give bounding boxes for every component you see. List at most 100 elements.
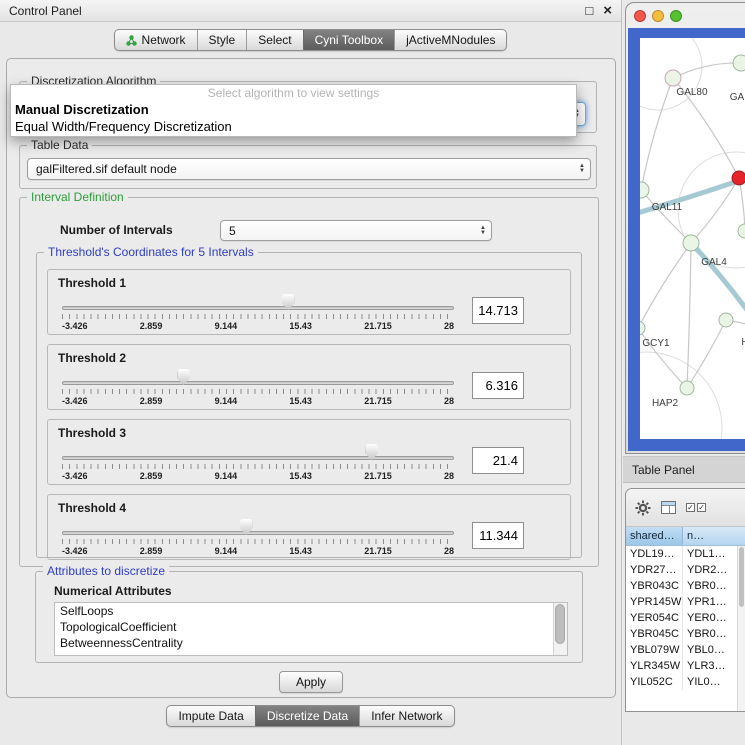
tab-network[interactable]: Network	[115, 30, 197, 50]
zoom-traffic-light-icon[interactable]	[670, 10, 682, 22]
node-selected-red[interactable]	[732, 171, 745, 185]
slider-scale-labels: -3.4262.8599.14415.4321.71528	[62, 321, 454, 331]
control-panel-titlebar[interactable]: Control Panel □ ×	[0, 0, 621, 22]
tab-label: Style	[209, 33, 236, 47]
threshold-panel: Threshold 1-3.4262.8599.14415.4321.71528…	[47, 269, 571, 335]
table-row[interactable]: YPR145WYPR1…	[626, 594, 745, 610]
node-hap2[interactable]	[680, 381, 694, 395]
threshold-slider[interactable]: -3.4262.8599.14415.4321.71528	[62, 517, 454, 559]
node-label: GCY1	[642, 338, 670, 349]
select-column-checkbox-icon[interactable]: ✓	[697, 503, 706, 512]
node-gcy1[interactable]	[640, 321, 645, 335]
threshold-value-field[interactable]: 11.344	[472, 522, 524, 549]
table-panel-header[interactable]: Table Panel	[623, 456, 745, 483]
dropdown-item[interactable]: Equal Width/Frequency Discretization	[11, 118, 576, 135]
attribute-list-item[interactable]: TopologicalCoefficient	[55, 619, 567, 635]
bottom-tab-impute-data[interactable]: Impute Data	[167, 706, 254, 726]
column-chooser-icon[interactable]	[661, 501, 676, 514]
table-row[interactable]: YER054CYER0…	[626, 610, 745, 626]
table-row[interactable]: YIL052CYIL0…	[626, 674, 745, 690]
list-scrollbar[interactable]	[553, 603, 567, 655]
threshold-value-field[interactable]: 21.4	[472, 447, 524, 474]
close-traffic-light-icon[interactable]	[634, 10, 646, 22]
dropdown-placeholder: Select algorithm to view settings	[11, 85, 576, 101]
tab-select[interactable]: Select	[246, 30, 302, 50]
attribute-list-item[interactable]: SelfLoops	[55, 603, 567, 619]
node-label: GA	[730, 92, 745, 103]
table-scrollbar[interactable]	[737, 546, 745, 711]
bottom-tab-discretize-data[interactable]: Discretize Data	[255, 706, 359, 726]
table-cell-name: YIL0…	[683, 674, 745, 690]
slider-ticks	[62, 389, 454, 394]
table-row[interactable]: YDL19…YDL1…	[626, 546, 745, 562]
slider-track[interactable]	[62, 381, 454, 385]
scale-label: 9.144	[215, 546, 238, 556]
network-graph: GAL80GAGAL11GAL4GCY1HHAP2	[640, 38, 745, 439]
table-row[interactable]: YLR345WYLR3…	[626, 658, 745, 674]
numerical-attributes-list[interactable]: SelfLoopsTopologicalCoefficientBetweenne…	[54, 602, 568, 656]
threshold-value-field[interactable]: 6.316	[472, 372, 524, 399]
table-data-combobox[interactable]: galFiltered.sif default node ▲▼	[27, 158, 591, 180]
slider-track[interactable]	[62, 456, 454, 460]
node-mid-low[interactable]	[719, 313, 733, 327]
bottom-tab-strip: Impute DataDiscretize DataInfer Network	[0, 705, 621, 727]
table-row[interactable]: YBL079WYBL0…	[626, 642, 745, 658]
node-right-mid[interactable]	[738, 224, 745, 238]
network-window-titlebar[interactable]	[626, 3, 745, 28]
network-canvas[interactable]: GAL80GAGAL11GAL4GCY1HHAP2	[640, 38, 745, 439]
table-row[interactable]: YDR27…YDR2…	[626, 562, 745, 578]
slider-track[interactable]	[62, 531, 454, 535]
threshold-value-field[interactable]: 14.713	[472, 297, 524, 324]
network-edge[interactable]	[687, 320, 726, 388]
apply-button[interactable]: Apply	[279, 671, 343, 693]
close-window-icon[interactable]: ×	[603, 3, 612, 18]
attribute-list-item[interactable]: BetweennessCentrality	[55, 635, 567, 651]
num-intervals-combobox[interactable]: 5 ▲▼	[220, 220, 492, 241]
tab-style[interactable]: Style	[197, 30, 247, 50]
cyni-toolbox-panel: Discretization Algorithm ▲▼ Select algor…	[6, 58, 616, 698]
scale-label: -3.426	[62, 546, 88, 556]
network-edge[interactable]	[640, 243, 691, 328]
scale-label: 28	[444, 546, 454, 556]
column-header-name[interactable]: n…	[683, 527, 745, 545]
interval-definition-group: Interval Definition Number of Intervals …	[19, 197, 599, 567]
tab-label: Select	[258, 33, 291, 47]
dropdown-item[interactable]: Manual Discretization	[11, 101, 576, 118]
settings-gear-icon[interactable]	[635, 500, 651, 516]
column-header-shared-name[interactable]: shared…	[626, 527, 683, 545]
threshold-slider[interactable]: -3.4262.8599.14415.4321.71528	[62, 292, 454, 334]
table-row[interactable]: YBR043CYBR0…	[626, 578, 745, 594]
node-gal80[interactable]	[665, 70, 681, 86]
minimize-traffic-light-icon[interactable]	[652, 10, 664, 22]
threshold-label: Threshold 2	[58, 351, 126, 365]
network-edge[interactable]	[641, 78, 673, 190]
table-cell-shared-name: YLR345W	[626, 658, 683, 674]
bottom-tab-infer-network[interactable]: Infer Network	[359, 706, 453, 726]
node-label: HAP2	[652, 398, 679, 409]
combo-arrows-icon: ▲▼	[480, 226, 486, 236]
network-edge[interactable]	[640, 328, 687, 388]
node-label: GAL80	[676, 87, 708, 98]
tab-cyni-toolbox[interactable]: Cyni Toolbox	[303, 30, 394, 50]
threshold-list: Threshold 1-3.4262.8599.14415.4321.71528…	[37, 253, 581, 560]
table-toolbar: ✓ ✓	[626, 489, 745, 527]
table-cell-name: YPR1…	[683, 594, 745, 610]
select-all-checkbox-icon[interactable]: ✓	[686, 503, 695, 512]
table-row[interactable]: YBR045CYBR0…	[626, 626, 745, 642]
network-edge[interactable]	[739, 178, 745, 231]
scale-label: 9.144	[215, 396, 238, 406]
table-scrollbar-thumb[interactable]	[739, 547, 744, 607]
node-top-right[interactable]	[733, 55, 745, 71]
threshold-slider[interactable]: -3.4262.8599.14415.4321.71528	[62, 442, 454, 484]
float-window-icon[interactable]: □	[585, 4, 593, 17]
list-scrollbar-thumb[interactable]	[555, 604, 565, 644]
slider-track[interactable]	[62, 306, 454, 310]
slider-ticks	[62, 314, 454, 319]
network-edge[interactable]	[693, 245, 745, 314]
tab-jactivemnodules[interactable]: jActiveMNodules	[394, 30, 506, 50]
node-gal4[interactable]	[683, 235, 699, 251]
threshold-slider[interactable]: -3.4262.8599.14415.4321.71528	[62, 367, 454, 409]
network-edge[interactable]	[673, 63, 741, 78]
table-cell-name: YDL1…	[683, 546, 745, 562]
node-gal11[interactable]	[640, 182, 649, 198]
